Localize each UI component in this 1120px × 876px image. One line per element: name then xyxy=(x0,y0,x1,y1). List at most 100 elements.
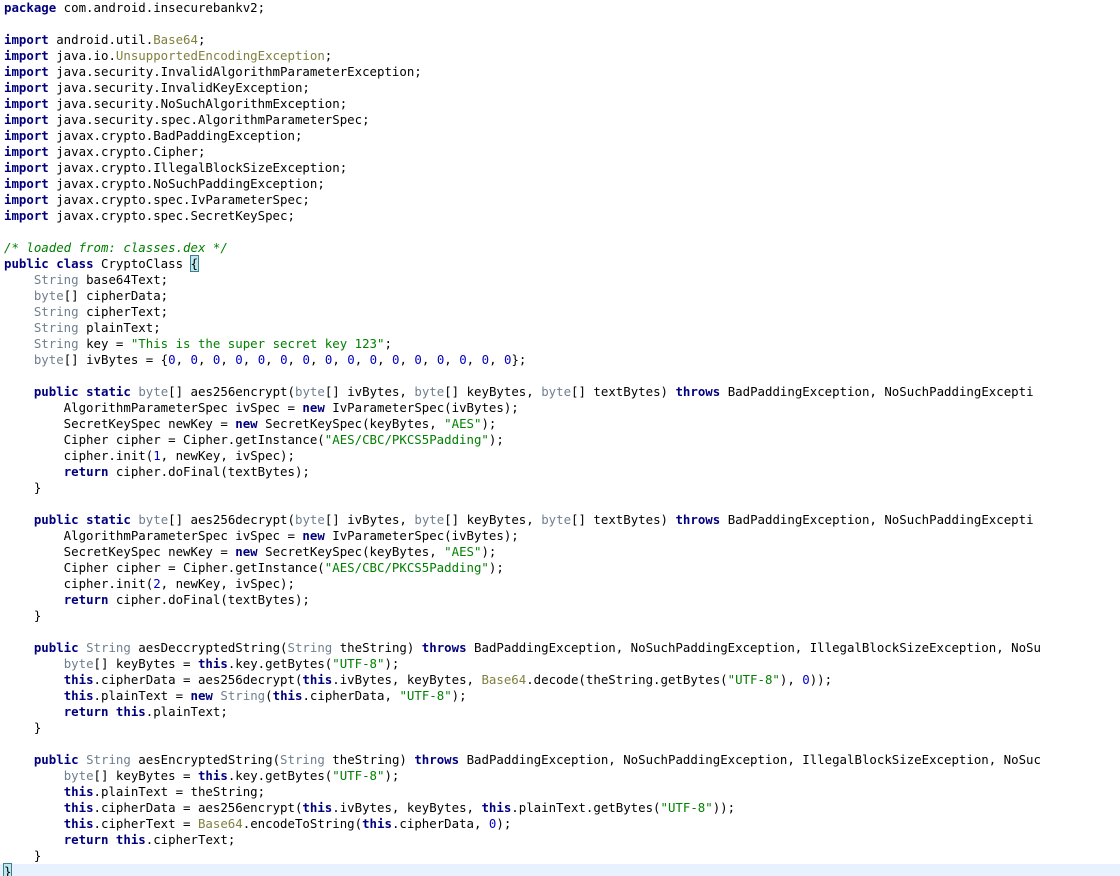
code-line[interactable]: byte[] ivBytes = {0, 0, 0, 0, 0, 0, 0, 0… xyxy=(0,352,1120,368)
code-text: .plainText = theString; xyxy=(93,784,266,799)
code-line[interactable]: import java.security.spec.AlgorithmParam… xyxy=(0,112,1120,128)
code-line[interactable]: this.plainText = theString; xyxy=(0,784,1120,800)
code-line[interactable]: String base64Text; xyxy=(0,272,1120,288)
code-text: .cipherData = aes256encrypt( xyxy=(93,800,303,815)
code-text: AlgorithmParameterSpec ivSpec = xyxy=(4,528,303,543)
code-text: ), xyxy=(779,672,803,687)
code-line[interactable]: /* loaded from: classes.dex */ xyxy=(0,240,1120,256)
code-line[interactable]: } xyxy=(0,720,1120,736)
code-text: , xyxy=(332,352,348,367)
code-line[interactable]: import java.security.InvalidAlgorithmPar… xyxy=(0,64,1120,80)
number-literal: 0 xyxy=(392,352,400,367)
code-line[interactable] xyxy=(0,624,1120,640)
code-line[interactable]: import javax.crypto.Cipher; xyxy=(0,144,1120,160)
code-line[interactable]: import javax.crypto.IllegalBlockSizeExce… xyxy=(0,160,1120,176)
code-line[interactable]: String key = "This is the super secret k… xyxy=(0,336,1120,352)
declared-class: Base64 xyxy=(481,672,527,687)
code-line[interactable]: public static byte[] aes256encrypt(byte[… xyxy=(0,384,1120,400)
code-line[interactable]: import javax.crypto.spec.SecretKeySpec; xyxy=(0,208,1120,224)
keyword: import xyxy=(4,32,49,47)
code-text: ); xyxy=(488,432,504,447)
code-line[interactable]: public String aesDeccryptedString(String… xyxy=(0,640,1120,656)
code-line[interactable]: import java.io.UnsupportedEncodingExcept… xyxy=(0,48,1120,64)
code-line[interactable]: import java.security.InvalidKeyException… xyxy=(0,80,1120,96)
code-editor[interactable]: package com.android.insecurebankv2; impor… xyxy=(0,0,1120,876)
code-line[interactable]: String plainText; xyxy=(0,320,1120,336)
code-text: javax.crypto.BadPaddingException; xyxy=(48,128,303,143)
code-text: .ivBytes, keyBytes, xyxy=(332,800,482,815)
code-text: , xyxy=(265,352,281,367)
code-text: BadPaddingException, NoSuchPaddingExcept… xyxy=(459,752,1041,767)
type-name: byte xyxy=(33,352,64,367)
number-literal: 0 xyxy=(190,352,198,367)
code-line[interactable]: byte[] cipherData; xyxy=(0,288,1120,304)
code-line[interactable]: this.plainText = new String(this.cipherD… xyxy=(0,688,1120,704)
code-line[interactable]: AlgorithmParameterSpec ivSpec = new IvPa… xyxy=(0,400,1120,416)
keyword: static xyxy=(86,384,131,399)
code-line[interactable]: AlgorithmParameterSpec ivSpec = new IvPa… xyxy=(0,528,1120,544)
code-text: [] ivBytes, xyxy=(324,384,415,399)
code-text: IvParameterSpec(ivBytes); xyxy=(324,400,519,415)
code-line[interactable]: import javax.crypto.NoSuchPaddingExcepti… xyxy=(0,176,1120,192)
keyword: new xyxy=(190,688,213,703)
code-line[interactable]: SecretKeySpec newKey = new SecretKeySpec… xyxy=(0,544,1120,560)
code-line[interactable]: return cipher.doFinal(textBytes); xyxy=(0,592,1120,608)
code-line[interactable] xyxy=(0,16,1120,32)
code-line[interactable] xyxy=(0,496,1120,512)
code-line[interactable]: this.cipherData = aes256encrypt(this.ivB… xyxy=(0,800,1120,816)
code-line[interactable] xyxy=(0,736,1120,752)
code-line[interactable]: this.cipherText = Base64.encodeToString(… xyxy=(0,816,1120,832)
keyword: import xyxy=(4,80,49,95)
code-line[interactable]: import javax.crypto.BadPaddingException; xyxy=(0,128,1120,144)
code-line[interactable]: byte[] keyBytes = this.key.getBytes("UTF… xyxy=(0,656,1120,672)
keyword: this xyxy=(197,656,228,671)
code-line[interactable]: this.cipherData = aes256decrypt(this.ivB… xyxy=(0,672,1120,688)
type-name: byte xyxy=(138,512,169,527)
code-text: [] keyBytes, xyxy=(444,512,542,527)
string-literal: "UTF-8" xyxy=(332,768,385,783)
string-literal: "AES" xyxy=(444,544,482,559)
code-line-current[interactable]: } xyxy=(0,863,1120,876)
code-line[interactable]: byte[] keyBytes = this.key.getBytes("UTF… xyxy=(0,768,1120,784)
code-line[interactable] xyxy=(0,368,1120,384)
code-text: aesEncryptedString( xyxy=(130,752,281,767)
code-line[interactable] xyxy=(0,224,1120,240)
code-text: CryptoClass xyxy=(93,256,191,271)
type-name: String xyxy=(220,688,266,703)
code-text: IvParameterSpec(ivBytes); xyxy=(324,528,519,543)
code-line[interactable]: public static byte[] aes256decrypt(byte[… xyxy=(0,512,1120,528)
code-line[interactable]: import javax.crypto.spec.IvParameterSpec… xyxy=(0,192,1120,208)
code-text: ; xyxy=(197,32,206,47)
code-line[interactable]: String cipherText; xyxy=(0,304,1120,320)
code-line[interactable]: import java.security.NoSuchAlgorithmExce… xyxy=(0,96,1120,112)
number-literal: 1 xyxy=(153,448,161,463)
code-line[interactable]: package com.android.insecurebankv2; xyxy=(0,0,1120,16)
type-name: byte xyxy=(33,288,64,303)
code-line[interactable]: } xyxy=(0,480,1120,496)
code-text: java.security.InvalidKeyException; xyxy=(48,80,310,95)
code-line[interactable]: public class CryptoClass { xyxy=(0,255,1120,272)
code-line[interactable]: return this.plainText; xyxy=(0,704,1120,720)
code-line[interactable]: return this.cipherText; xyxy=(0,832,1120,848)
code-line[interactable]: public String aesEncryptedString(String … xyxy=(0,752,1120,768)
code-line[interactable]: cipher.init(1, newKey, ivSpec); xyxy=(0,448,1120,464)
code-line[interactable]: } xyxy=(0,848,1120,864)
code-line[interactable]: Cipher cipher = Cipher.getInstance("AES/… xyxy=(0,560,1120,576)
code-text: ); xyxy=(384,656,400,671)
code-line[interactable]: return cipher.doFinal(textBytes); xyxy=(0,464,1120,480)
number-literal: 0 xyxy=(168,352,176,367)
code-line[interactable]: } xyxy=(0,608,1120,624)
code-text: base64Text; xyxy=(78,272,169,287)
code-line[interactable]: import android.util.Base64; xyxy=(0,32,1120,48)
code-line[interactable]: cipher.init(2, newKey, ivSpec); xyxy=(0,576,1120,592)
code-text: SecretKeySpec(keyBytes, xyxy=(257,544,445,559)
code-line[interactable]: Cipher cipher = Cipher.getInstance("AES/… xyxy=(0,432,1120,448)
code-line[interactable]: SecretKeySpec newKey = new SecretKeySpec… xyxy=(0,416,1120,432)
